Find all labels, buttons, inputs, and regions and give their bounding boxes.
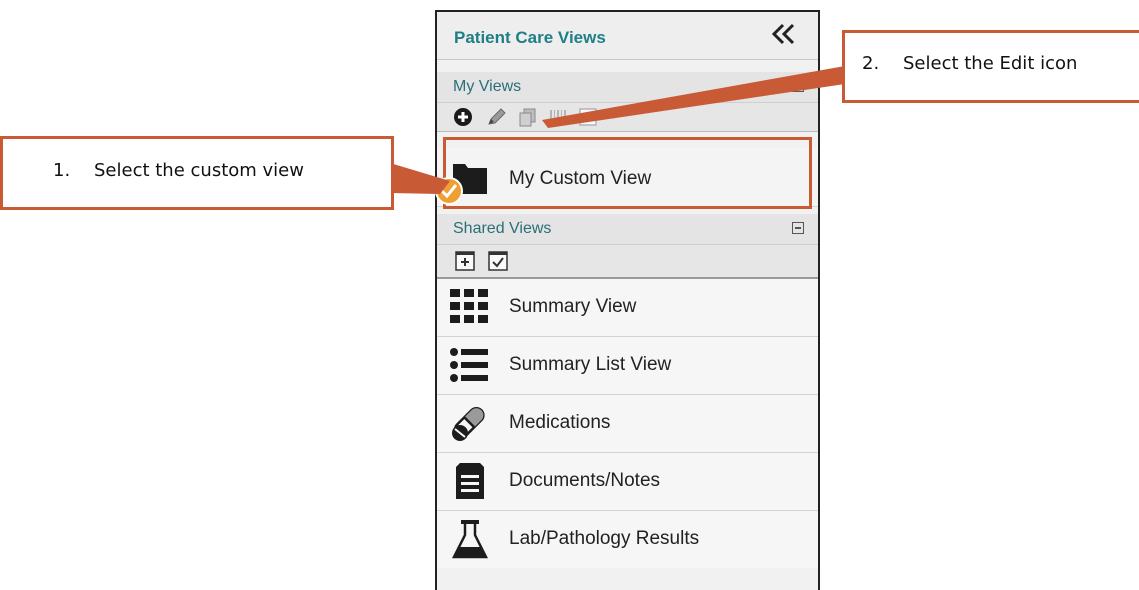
step-number: 1. (53, 160, 71, 181)
step1-pointer (390, 163, 450, 194)
step-text: Select the custom view (94, 160, 304, 181)
step-text: Select the Edit icon (903, 53, 1078, 74)
step-number: 2. (862, 53, 880, 74)
step2-pointer (542, 66, 845, 128)
step1-callout: 1. Select the custom view (0, 136, 394, 210)
step2-callout: 2. Select the Edit icon (842, 30, 1139, 103)
